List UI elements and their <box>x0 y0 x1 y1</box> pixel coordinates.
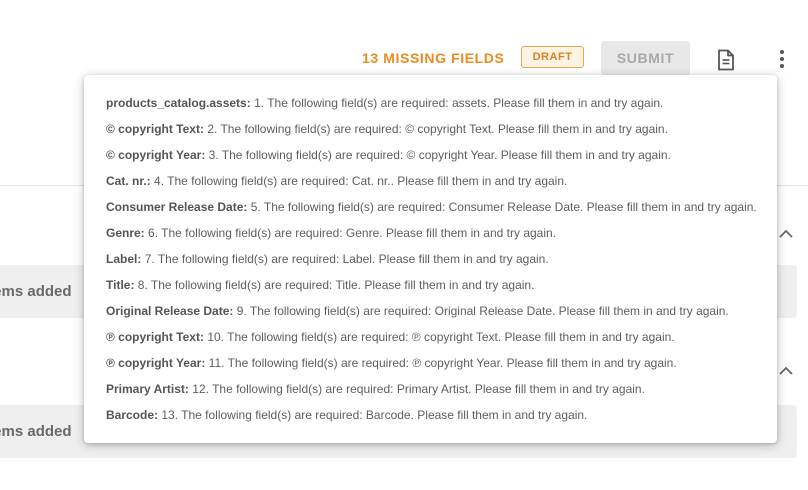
error-item: Original Release Date: 9. The following … <box>106 301 755 327</box>
error-item: Cat. nr.: 4. The following field(s) are … <box>106 171 755 197</box>
error-message: 12. The following field(s) are required:… <box>192 382 645 396</box>
error-item: products_catalog.assets: 1. The followin… <box>106 93 755 119</box>
error-item: ℗ copyright Text: 10. The following fiel… <box>106 327 755 353</box>
error-field-name: Genre: <box>106 226 145 240</box>
error-item: Title: 8. The following field(s) are req… <box>106 275 755 301</box>
error-message: 2. The following field(s) are required: … <box>207 122 668 136</box>
error-item: © copyright Year: 3. The following field… <box>106 145 755 171</box>
error-item: Primary Artist: 12. The following field(… <box>106 379 755 405</box>
section-summary-label: items added <box>0 283 72 300</box>
error-field-name: ℗ copyright Year: <box>106 356 206 370</box>
error-message: 7. The following field(s) are required: … <box>144 252 549 266</box>
error-message: 5. The following field(s) are required: … <box>250 200 757 214</box>
error-message: 4. The following field(s) are required: … <box>154 174 568 188</box>
error-message: 10. The following field(s) are required:… <box>207 330 675 344</box>
section-summary-label: items added <box>0 423 72 440</box>
status-badge: DRAFT <box>521 46 584 68</box>
error-message: 9. The following field(s) are required: … <box>236 304 729 318</box>
error-item: ℗ copyright Year: 11. The following fiel… <box>106 353 755 379</box>
error-field-name: © copyright Text: <box>106 122 204 136</box>
document-icon[interactable] <box>716 49 736 71</box>
submit-button[interactable]: SUBMIT <box>601 41 690 75</box>
error-field-name: Primary Artist: <box>106 382 189 396</box>
error-item: Barcode: 13. The following field(s) are … <box>106 405 755 431</box>
error-field-name: Cat. nr.: <box>106 174 151 188</box>
error-field-name: Title: <box>106 278 135 292</box>
error-field-name: products_catalog.assets: <box>106 96 251 110</box>
error-item: Consumer Release Date: 5. The following … <box>106 197 757 223</box>
chevron-up-icon[interactable] <box>778 365 794 377</box>
missing-fields-popup: products_catalog.assets: 1. The followin… <box>84 75 777 443</box>
error-message: 13. The following field(s) are required:… <box>161 408 588 422</box>
error-message: 1. The following field(s) are required: … <box>254 96 664 110</box>
error-item: Label: 7. The following field(s) are req… <box>106 249 755 275</box>
chevron-up-icon[interactable] <box>778 228 794 240</box>
error-field-name: Label: <box>106 252 142 266</box>
error-field-name: © copyright Year: <box>106 148 206 162</box>
error-item: Genre: 6. The following field(s) are req… <box>106 223 755 249</box>
error-item: © copyright Text: 2. The following field… <box>106 119 755 145</box>
error-message: 11. The following field(s) are required:… <box>208 356 677 370</box>
error-message: 6. The following field(s) are required: … <box>148 226 557 240</box>
more-vertical-icon[interactable] <box>775 48 789 70</box>
error-field-name: Consumer Release Date: <box>106 200 248 214</box>
error-message: 8. The following field(s) are required: … <box>137 278 535 292</box>
error-field-name: ℗ copyright Text: <box>106 330 204 344</box>
error-field-name: Barcode: <box>106 408 159 422</box>
missing-fields-count[interactable]: 13 MISSING FIELDS <box>362 48 504 68</box>
error-field-name: Original Release Date: <box>106 304 234 318</box>
error-message: 3. The following field(s) are required: … <box>208 148 671 162</box>
